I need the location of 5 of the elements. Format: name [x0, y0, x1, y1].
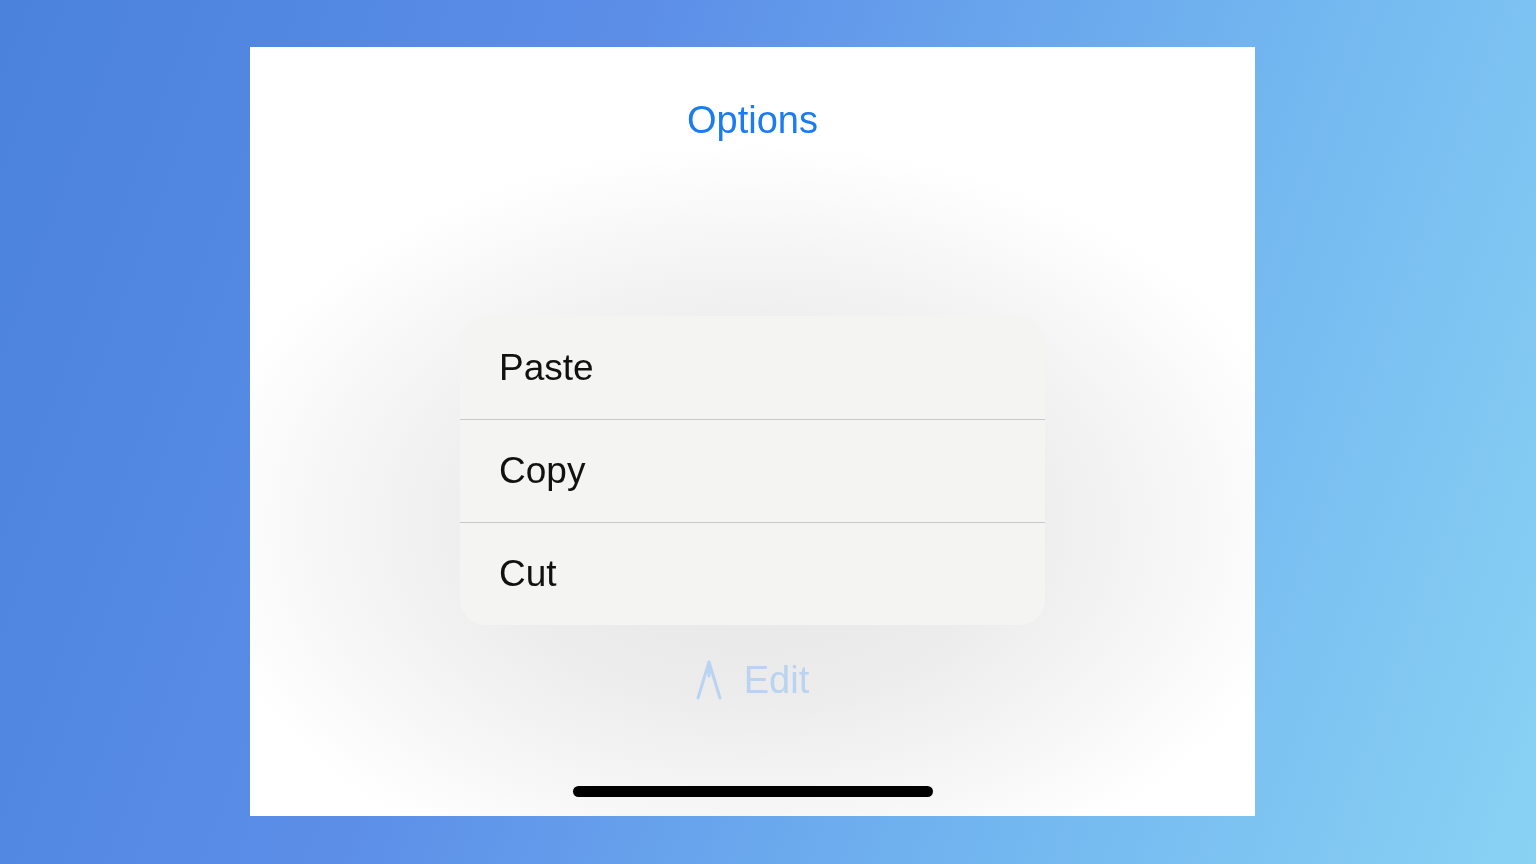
menu-item[interactable]: Copy: [460, 419, 1045, 522]
menu-title: Options: [687, 98, 818, 143]
pen-tip-icon: [695, 660, 722, 700]
menu-item[interactable]: Cut: [460, 522, 1045, 625]
menu-item[interactable]: Paste: [460, 316, 1045, 419]
